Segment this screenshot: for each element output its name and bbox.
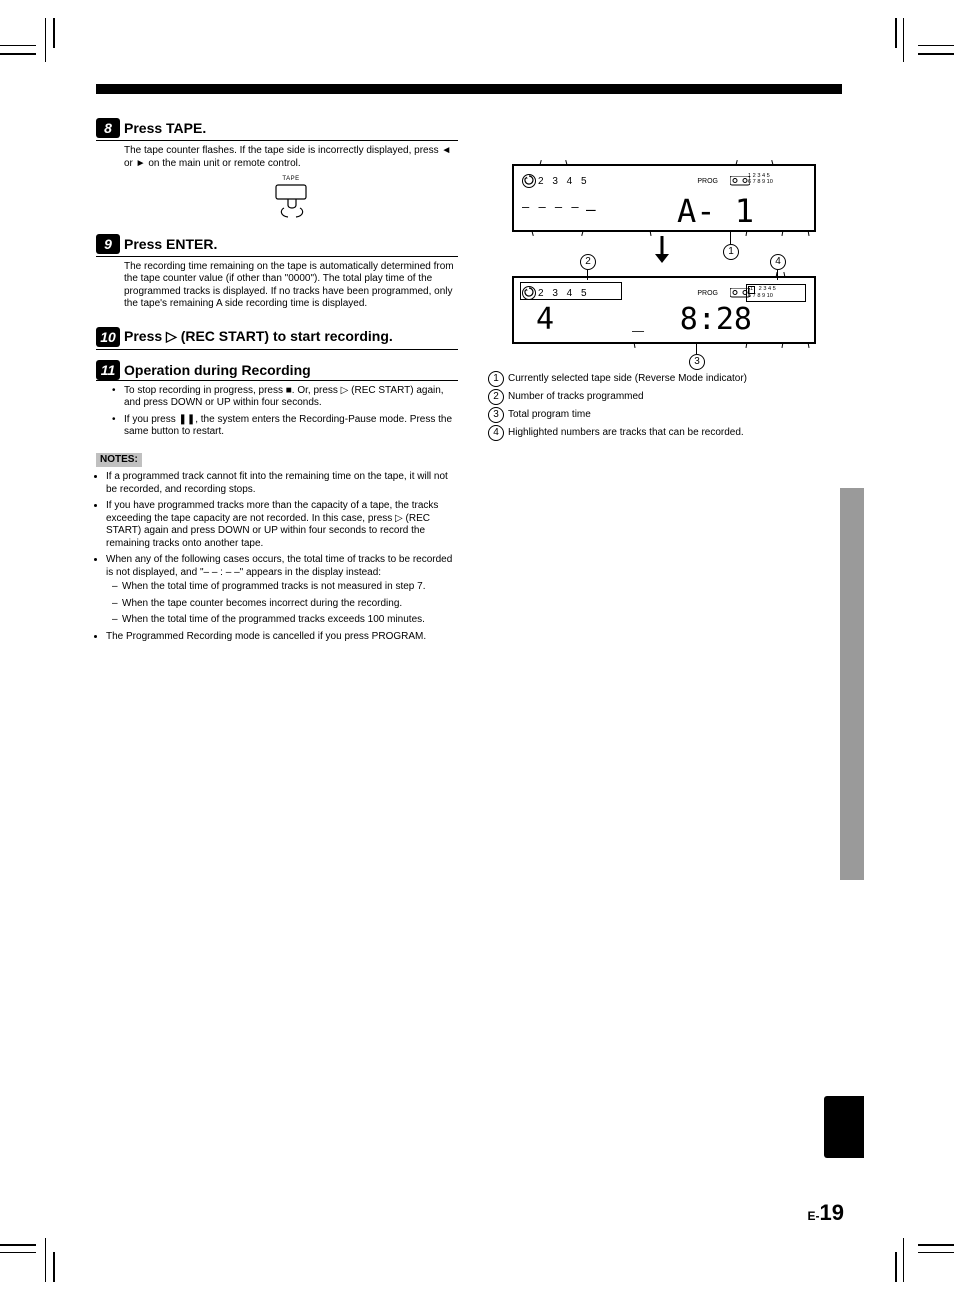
note-3-text: When any of the following cases occurs, … <box>106 554 452 578</box>
cropmark <box>53 18 55 48</box>
lcd-bottom-wrapper: 2 4 2 3 4 5 PROG 1 2 3 4 5 6 7 8 9 10 <box>512 276 836 344</box>
page-number: E-19 <box>724 1200 844 1226</box>
annot-num-2: 2 <box>488 389 504 405</box>
step-10-title: Press ▷ (REC START) to start recording. <box>124 328 393 345</box>
cropmark <box>0 1252 36 1253</box>
step-9-number: 9 <box>96 234 120 254</box>
note-3-sub-1: When the total time of programmed tracks… <box>122 581 458 594</box>
step-10-spacer <box>96 350 458 358</box>
lcd-bottom: 2 3 4 5 PROG 1 2 3 4 5 6 7 8 9 10 4 _ 8:… <box>512 276 816 344</box>
note-3-sub-3: When the total time of the programmed tr… <box>122 614 458 627</box>
step-11-body: • To stop recording in progress, press ■… <box>96 381 458 453</box>
tape-icon-top <box>730 176 750 189</box>
step-8-number: 8 <box>96 118 120 138</box>
annot-num-4: 4 <box>488 425 504 441</box>
current-disc-bottom <box>522 286 536 300</box>
callout-3: 3 <box>689 354 705 370</box>
cropmark <box>918 45 954 46</box>
step-8-header: 8 Press TAPE. <box>96 116 458 141</box>
tape-button-label: TAPE <box>267 176 315 184</box>
annot-num-3: 3 <box>488 407 504 423</box>
calendar-top: 1 2 3 4 5 6 7 8 9 10 <box>748 174 806 185</box>
annot-1: Currently selected tape side (Reverse Mo… <box>508 373 747 384</box>
disc-indicator-bottom: 2 3 4 5 <box>522 286 590 300</box>
annot-3: Total program time <box>508 409 591 420</box>
cropmark <box>918 1244 954 1246</box>
press-button-icon <box>270 184 312 218</box>
step-11-intro: Operation during Recording <box>124 362 311 378</box>
notes-section: NOTES: If a programmed track cannot fit … <box>96 453 458 644</box>
notes-header: NOTES: <box>96 453 142 468</box>
step-9-header: 9 Press ENTER. <box>96 232 458 257</box>
step-11-bullet-2: If you press ❚❚, the system enters the R… <box>124 414 458 439</box>
cropmark <box>918 53 954 55</box>
step-10-header: 10 Press ▷ (REC START) to start recordin… <box>96 325 458 350</box>
cropmark <box>895 18 897 48</box>
cropmark <box>0 45 36 46</box>
cropmark <box>53 1252 55 1282</box>
step-10-number: 10 <box>96 327 120 347</box>
page-num: 19 <box>820 1200 844 1225</box>
prog-indicator-top: PROG <box>697 178 718 185</box>
step-11-bullet-1: To stop recording in progress, press ■. … <box>124 385 458 410</box>
dash-mid: – <box>586 200 598 219</box>
cropmark <box>0 1244 36 1246</box>
side-tab <box>840 488 864 880</box>
step-8-body: The tape counter flashes. If the tape si… <box>96 141 458 232</box>
disc-indicator-top: 2 3 4 5 <box>522 174 590 188</box>
lcd-bottom-right: 8:28 <box>680 302 752 337</box>
step-9-title: Press ENTER. <box>124 236 217 252</box>
cropmark <box>918 1252 954 1253</box>
cropmark <box>903 1238 904 1282</box>
cropmark <box>895 1252 897 1282</box>
header-rule <box>96 84 842 94</box>
lcd-bottom-mid: _ <box>632 308 646 332</box>
cropmark <box>45 18 46 62</box>
left-column: 8 Press TAPE. The tape counter flashes. … <box>96 116 458 647</box>
annotation-list: 1 Currently selected tape side (Reverse M… <box>488 370 836 442</box>
step-8-title: Press TAPE. <box>124 120 206 136</box>
lcd-top-wrapper: 2 3 4 5 PROG 1 2 3 4 5 6 7 8 9 10 – – – … <box>512 164 836 232</box>
tape-button-figure: TAPE <box>267 176 315 218</box>
callout-2: 2 <box>580 254 596 270</box>
callout-1: 1 <box>723 244 739 260</box>
annot-4: Highlighted numbers are tracks that can … <box>508 427 744 438</box>
prog-indicator-bottom: PROG <box>697 290 718 297</box>
note-3-sub-2: When the tape counter becomes incorrect … <box>122 598 458 611</box>
note-4: The Programmed Recording mode is cancell… <box>106 631 458 644</box>
cropmark <box>0 53 36 55</box>
lcd-bottom-left: 4 <box>536 302 556 337</box>
step-11-header: 11 Operation during Recording <box>96 358 458 382</box>
calendar-bottom: 1 2 3 4 5 6 7 8 9 10 <box>748 286 806 299</box>
step-8-text: The tape counter flashes. If the tape si… <box>124 145 458 170</box>
note-1: If a programmed track cannot fit into th… <box>106 471 458 496</box>
step-11-number: 11 <box>96 360 120 380</box>
annot-num-1: 1 <box>488 371 504 387</box>
current-disc-top <box>522 174 536 188</box>
callout-4: 4 <box>770 254 786 270</box>
right-column: 2 3 4 5 PROG 1 2 3 4 5 6 7 8 9 10 – – – … <box>488 116 836 442</box>
page-prefix: E- <box>808 1209 820 1223</box>
lcd-top: 2 3 4 5 PROG 1 2 3 4 5 6 7 8 9 10 – – – … <box>512 164 816 232</box>
note-3: When any of the following cases occurs, … <box>106 554 458 627</box>
lcd-top-value: A- 1 <box>677 192 754 230</box>
note-2: If you have programmed tracks more than … <box>106 500 458 550</box>
annot-2: Number of tracks programmed <box>508 391 644 402</box>
tape-icon-bottom <box>730 288 750 301</box>
dash-left: – – – – <box>522 200 580 214</box>
page-thumb-tab <box>824 1096 864 1158</box>
cropmark <box>45 1238 46 1282</box>
manual-page: 8 Press TAPE. The tape counter flashes. … <box>0 0 954 1307</box>
cropmark <box>903 18 904 62</box>
step-9-body: The recording time remaining on the tape… <box>96 257 458 325</box>
